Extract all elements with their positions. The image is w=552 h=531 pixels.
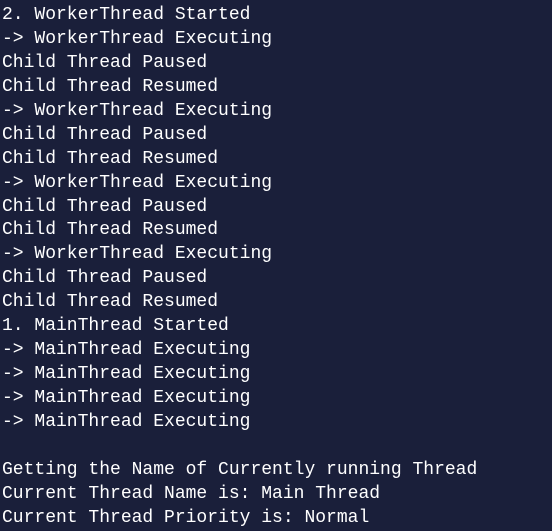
console-line: -> MainThread Executing: [2, 363, 550, 387]
console-line: 2. WorkerThread Started: [2, 4, 550, 28]
console-blank-line: [2, 435, 550, 459]
console-line: -> WorkerThread Executing: [2, 100, 550, 124]
console-line: -> MainThread Executing: [2, 339, 550, 363]
console-line: Current Thread Name is: Main Thread: [2, 483, 550, 507]
console-line: Child Thread Paused: [2, 124, 550, 148]
console-line: -> WorkerThread Executing: [2, 243, 550, 267]
console-line: Child Thread Resumed: [2, 148, 550, 172]
console-line: Child Thread Resumed: [2, 76, 550, 100]
console-line: Child Thread Paused: [2, 267, 550, 291]
console-line: Child Thread Resumed: [2, 291, 550, 315]
console-line: Child Thread Paused: [2, 52, 550, 76]
console-line: Current Thread Priority is: Normal: [2, 507, 550, 531]
console-line: -> MainThread Executing: [2, 411, 550, 435]
console-line: Getting the Name of Currently running Th…: [2, 459, 550, 483]
console-output: 2. WorkerThread Started -> WorkerThread …: [2, 4, 550, 531]
console-line: Child Thread Paused: [2, 196, 550, 220]
console-line: 1. MainThread Started: [2, 315, 550, 339]
console-line: -> WorkerThread Executing: [2, 28, 550, 52]
console-line: -> MainThread Executing: [2, 387, 550, 411]
console-line: Child Thread Resumed: [2, 219, 550, 243]
console-line: -> WorkerThread Executing: [2, 172, 550, 196]
